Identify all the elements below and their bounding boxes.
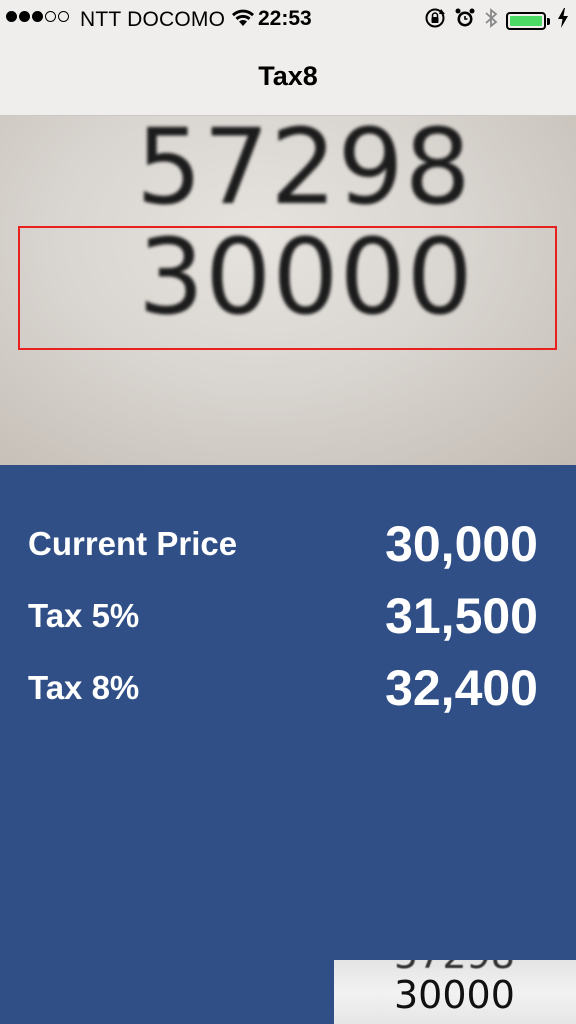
signal-dot	[6, 11, 17, 22]
tax-8-label: Tax 8%	[28, 669, 140, 706]
camera-number-above: 57298	[136, 116, 472, 228]
status-bar: NTT DOCOMO 22:53	[0, 0, 576, 40]
signal-dot	[19, 11, 30, 22]
current-price-label: Current Price	[28, 525, 238, 562]
signal-dot	[58, 11, 69, 22]
battery-level	[510, 16, 542, 26]
result-row-current-price: Current Price 30,000	[0, 515, 576, 575]
carrier-name: NTT DOCOMO	[80, 8, 226, 31]
result-row-tax-5: Tax 5% 31,500	[0, 587, 576, 647]
battery-icon	[506, 12, 550, 30]
alarm-icon	[454, 7, 476, 35]
status-icons	[424, 7, 568, 35]
camera-preview: 57298 30000	[0, 116, 576, 465]
current-price-value: 30,000	[385, 516, 538, 572]
signal-dot	[45, 11, 56, 22]
scan-frame	[18, 226, 557, 350]
page-title: Tax8	[258, 60, 318, 91]
wifi-icon	[232, 9, 254, 33]
navigation-bar: Tax8	[0, 40, 576, 116]
charging-icon	[558, 8, 568, 34]
thumbnail-number: 30000	[394, 973, 515, 1017]
rotation-lock-icon	[424, 7, 446, 35]
tax-8-value: 32,400	[385, 660, 538, 716]
tax-5-value: 31,500	[385, 588, 538, 644]
tax-5-label: Tax 5%	[28, 597, 140, 634]
result-row-tax-8: Tax 8% 32,400	[0, 659, 576, 719]
captured-thumbnail[interactable]: 57298 30000	[334, 960, 576, 1024]
status-time: 22:53	[258, 7, 312, 30]
signal-strength-icon	[6, 11, 69, 22]
signal-dot	[32, 11, 43, 22]
bluetooth-icon	[484, 7, 498, 35]
